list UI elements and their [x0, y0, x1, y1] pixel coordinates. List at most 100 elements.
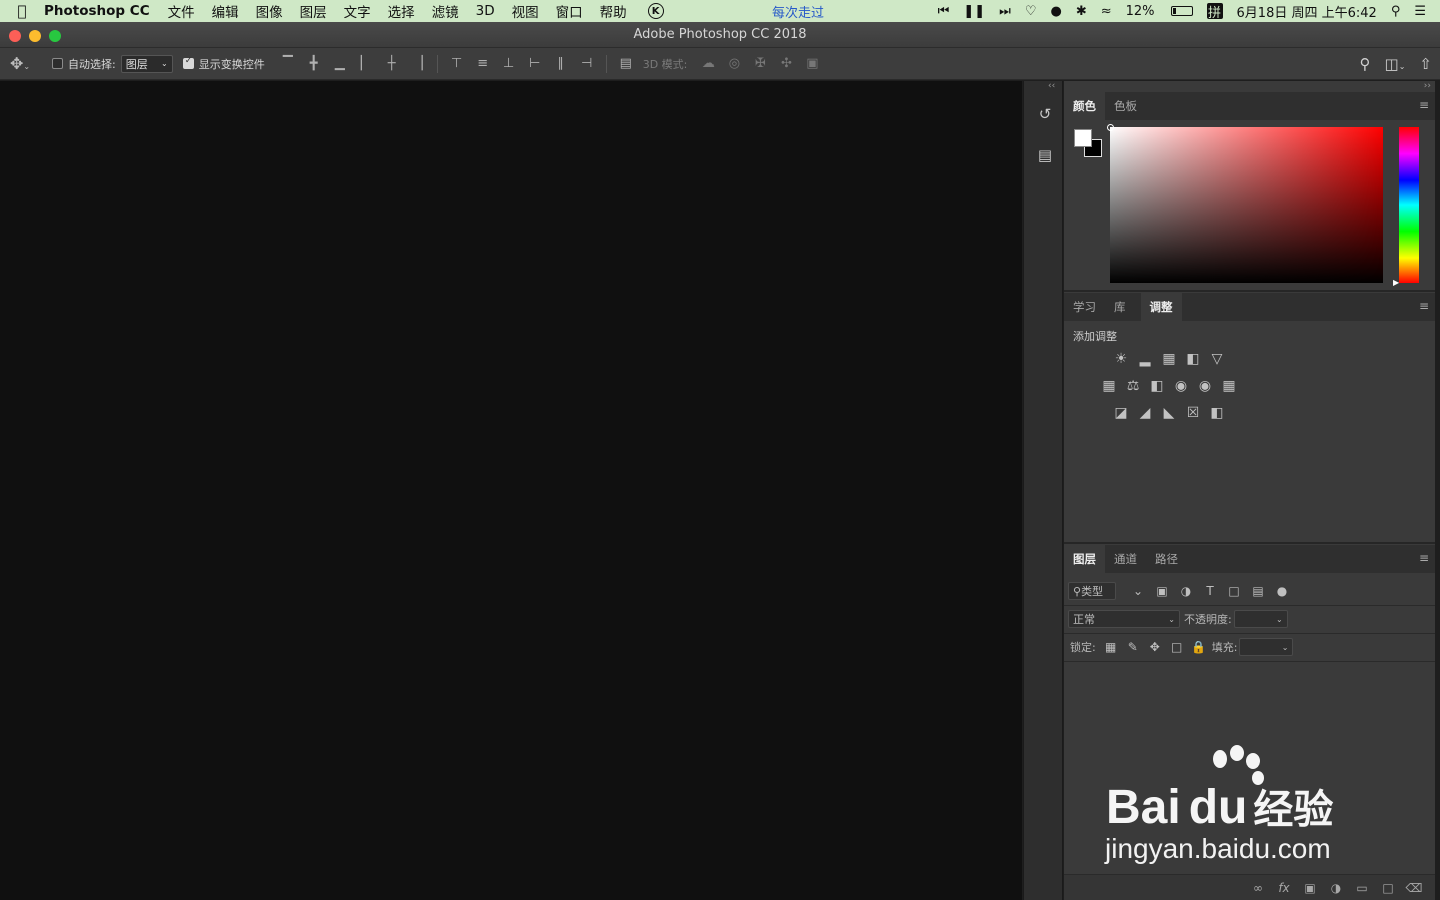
qq-icon[interactable]: ●: [1050, 4, 1061, 19]
tab-swatches[interactable]: 色板: [1105, 92, 1146, 120]
lock-image-pixels-icon[interactable]: ✎: [1122, 640, 1144, 654]
trash-icon[interactable]: ⌫: [1405, 881, 1423, 895]
next-track-icon[interactable]: ⏭: [999, 4, 1011, 19]
panel-menu-icon[interactable]: ≡: [1419, 299, 1429, 313]
align-bottom-edges-icon[interactable]: ▁: [327, 56, 353, 71]
collapse-dock-icon[interactable]: ‹‹: [1048, 81, 1055, 91]
tab-color[interactable]: 颜色: [1064, 92, 1105, 120]
tab-layers[interactable]: 图层: [1064, 545, 1105, 573]
menu-filter[interactable]: 滤镜: [432, 1, 459, 21]
scale-3d-icon[interactable]: ▣: [799, 56, 825, 71]
foreground-color-swatch[interactable]: [1074, 129, 1092, 147]
color-balance-icon[interactable]: ⚖: [1123, 376, 1143, 396]
hue-saturation-icon[interactable]: ▦: [1099, 376, 1119, 396]
gradient-map-icon[interactable]: ◧: [1207, 403, 1227, 423]
document-canvas-area[interactable]: [0, 81, 1022, 900]
hue-slider[interactable]: ▶: [1393, 127, 1419, 287]
panel-menu-icon[interactable]: ≡: [1419, 551, 1429, 565]
color-picker-marker[interactable]: [1107, 124, 1114, 131]
lock-artboard-icon[interactable]: □: [1166, 640, 1188, 654]
menu-view[interactable]: 视图: [512, 1, 539, 21]
distribute-vertical-centers-icon[interactable]: ≡: [470, 56, 496, 71]
filter-type-layers-icon[interactable]: T: [1198, 584, 1222, 598]
search-icon[interactable]: ⚲: [1360, 55, 1371, 73]
menu-select[interactable]: 选择: [388, 1, 415, 21]
photo-filter-icon[interactable]: ◉: [1171, 376, 1191, 396]
selective-color-icon[interactable]: ☒: [1183, 403, 1203, 423]
spotlight-icon[interactable]: ⚲: [1391, 4, 1401, 19]
show-transform-controls-checkbox[interactable]: [182, 56, 194, 69]
foreground-background-swatch[interactable]: [1074, 129, 1104, 159]
wifi-icon[interactable]: ≈: [1101, 4, 1112, 19]
opacity-field[interactable]: ⌄: [1233, 610, 1288, 628]
invert-icon[interactable]: ◪: [1111, 403, 1131, 423]
menu-3d[interactable]: 3D: [476, 3, 495, 19]
align-right-edges-icon[interactable]: ▕: [405, 56, 431, 71]
menu-edit[interactable]: 编辑: [212, 1, 239, 21]
fill-field[interactable]: ⌄: [1239, 638, 1294, 656]
slide-3d-icon[interactable]: ✣: [773, 56, 799, 71]
k-status-icon[interactable]: K: [647, 3, 664, 19]
menu-window[interactable]: 窗口: [556, 1, 583, 21]
distribute-top-edges-icon[interactable]: ⊤: [444, 56, 470, 71]
distribute-bottom-edges-icon[interactable]: ⊥: [496, 56, 522, 71]
lock-position-icon[interactable]: ✥: [1144, 640, 1166, 654]
brightness-contrast-icon[interactable]: ☀: [1111, 349, 1131, 369]
align-vertical-centers-icon[interactable]: ╋: [301, 56, 327, 71]
drag-3d-icon[interactable]: ✠: [747, 56, 773, 71]
exposure-icon[interactable]: ◧: [1183, 349, 1203, 369]
vibrance-icon[interactable]: ▽: [1207, 349, 1227, 369]
distribute-right-edges-icon[interactable]: ⊣: [574, 56, 600, 71]
bluetooth-icon[interactable]: ✱: [1076, 4, 1087, 19]
orbit-3d-icon[interactable]: ☁: [695, 56, 721, 71]
pause-icon[interactable]: ❚❚: [963, 4, 985, 19]
move-tool-preset-icon[interactable]: ✥⌄: [0, 54, 40, 73]
history-icon[interactable]: ↺: [1034, 103, 1056, 125]
filter-adjustment-layers-icon[interactable]: ◑: [1174, 584, 1198, 598]
app-menu-photoshop[interactable]: Photoshop CC: [44, 3, 150, 19]
align-horizontal-centers-icon[interactable]: ┼: [379, 56, 405, 71]
hue-slider-handle[interactable]: ▶: [1393, 278, 1399, 287]
filter-shape-layers-icon[interactable]: □: [1222, 584, 1246, 598]
roll-3d-icon[interactable]: ◎: [721, 56, 747, 71]
curves-icon[interactable]: ▦: [1159, 349, 1179, 369]
auto-select-checkbox[interactable]: [52, 58, 63, 69]
levels-icon[interactable]: ▂: [1135, 349, 1155, 369]
menu-file[interactable]: 文件: [168, 1, 195, 21]
workspace-switcher-icon[interactable]: ◫⌄: [1385, 55, 1406, 73]
color-lookup-icon[interactable]: ▦: [1219, 376, 1239, 396]
align-top-edges-icon[interactable]: ▔: [275, 56, 301, 71]
battery-status[interactable]: 12%: [1126, 4, 1193, 19]
fx-icon[interactable]: fx: [1275, 881, 1293, 895]
align-left-edges-icon[interactable]: ▏: [353, 56, 379, 71]
expand-panels-icon[interactable]: ››: [1424, 81, 1431, 91]
tab-paths[interactable]: 路径: [1146, 545, 1187, 573]
clock[interactable]: 6月18日 周四 上午6:42: [1237, 2, 1377, 21]
filter-smart-objects-icon[interactable]: ▤: [1246, 584, 1270, 598]
apple-icon[interactable]: : [0, 2, 44, 20]
share-icon[interactable]: ⇧: [1419, 55, 1432, 73]
adjustment-layer-icon[interactable]: ◑: [1327, 881, 1345, 895]
new-group-icon[interactable]: ▭: [1353, 881, 1371, 895]
notification-list-icon[interactable]: ☰: [1414, 4, 1426, 19]
menu-help[interactable]: 帮助: [600, 1, 627, 21]
now-playing-title[interactable]: 每次走过: [772, 2, 824, 21]
tab-learn[interactable]: 学习: [1064, 293, 1105, 321]
filter-pixel-layers-icon[interactable]: ▣: [1150, 584, 1174, 598]
link-layers-icon[interactable]: ∞: [1249, 881, 1267, 895]
channel-mixer-icon[interactable]: ◉: [1195, 376, 1215, 396]
filter-toggle-icon[interactable]: ●: [1270, 584, 1294, 598]
threshold-icon[interactable]: ◣: [1159, 403, 1179, 423]
layer-filter-kind-dropdown[interactable]: ⚲类型: [1068, 582, 1116, 600]
black-white-icon[interactable]: ◧: [1147, 376, 1167, 396]
auto-align-layers-icon[interactable]: ▤: [613, 56, 639, 71]
chevron-down-icon[interactable]: ⌄: [1126, 584, 1150, 598]
input-method-icon[interactable]: 拼: [1206, 3, 1223, 21]
tab-adjustments[interactable]: 调整: [1140, 293, 1182, 321]
new-layer-icon[interactable]: □: [1379, 881, 1397, 895]
lock-all-icon[interactable]: 🔒: [1188, 640, 1210, 654]
properties-icon[interactable]: ▤: [1034, 144, 1056, 166]
previous-track-icon[interactable]: ⏮: [938, 4, 950, 19]
distribute-left-edges-icon[interactable]: ⊢: [522, 56, 548, 71]
blend-mode-dropdown[interactable]: 正常 ⌄: [1068, 610, 1180, 628]
